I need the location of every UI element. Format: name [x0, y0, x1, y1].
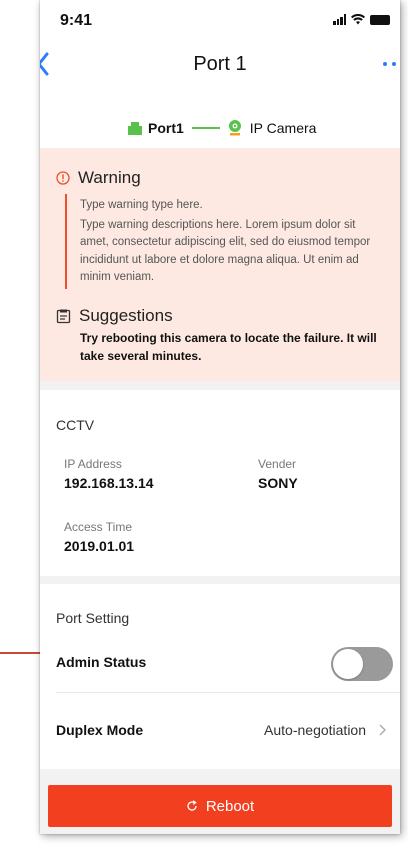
warning-title: Warning [78, 168, 141, 187]
port-setting-card: Port Setting Admin Status Duplex Mode Au… [40, 584, 400, 769]
warning-accent-line [65, 194, 67, 289]
nav-bar: Port 1 [40, 34, 400, 94]
device-label: IP Camera [249, 120, 317, 136]
access-time-value: 2019.01.01 [64, 538, 135, 554]
access-time-label: Access Time [64, 520, 133, 534]
ip-address-value: 192.168.13.14 [64, 475, 154, 491]
refresh-icon [187, 800, 197, 811]
connection-row: Port1 IP Camera [40, 94, 400, 148]
status-bar: 9:41 [40, 0, 400, 34]
vendor-label: Vender [258, 457, 297, 471]
reboot-label: Reboot [205, 797, 255, 815]
status-time: 9:41 [60, 12, 93, 29]
suggestion-icon [56, 309, 71, 323]
signal-icon [333, 14, 346, 25]
suggestions-title: Suggestions [79, 306, 173, 325]
toggle-knob [333, 649, 363, 679]
vendor-value: SONY [258, 475, 298, 491]
port-icon [128, 121, 142, 135]
status-icons [333, 14, 390, 25]
warning-body: Type warning type here. Type warning des… [80, 197, 380, 289]
camera-icon [228, 120, 241, 136]
port-label: Port1 [148, 120, 184, 136]
divider [56, 692, 400, 693]
more-icon[interactable] [383, 62, 396, 66]
page-title: Port 1 [193, 53, 247, 75]
ip-address-label: IP Address [64, 457, 122, 471]
port-setting-title: Port Setting [56, 610, 130, 626]
duplex-mode-row[interactable]: Duplex Mode Auto-negotiation [56, 706, 400, 758]
duplex-mode-value: Auto-negotiation [264, 722, 366, 738]
admin-status-label: Admin Status [56, 654, 147, 670]
suggestions-text: Try rebooting this camera to locate the … [80, 331, 377, 363]
battery-icon [370, 15, 390, 25]
warning-type: Type warning type here. [80, 199, 203, 211]
connection-line [191, 127, 220, 129]
phone-screen: 9:41 Port 1 Port1 IP Camera Warning Type… [40, 0, 400, 834]
duplex-mode-label: Duplex Mode [56, 722, 144, 738]
admin-status-toggle[interactable] [331, 647, 393, 681]
cctv-title: CCTV [56, 417, 95, 433]
warning-icon [56, 171, 70, 185]
wifi-icon [351, 14, 365, 25]
cctv-card: CCTV IP Address 192.168.13.14 Vender SON… [40, 390, 400, 576]
warning-description: Type warning descriptions here. Lorem ip… [80, 218, 371, 284]
chevron-right-icon [379, 724, 386, 736]
warning-panel: Warning Type warning type here. Type war… [40, 148, 400, 381]
reboot-button[interactable]: Reboot [48, 785, 392, 827]
side-marker [0, 652, 42, 654]
